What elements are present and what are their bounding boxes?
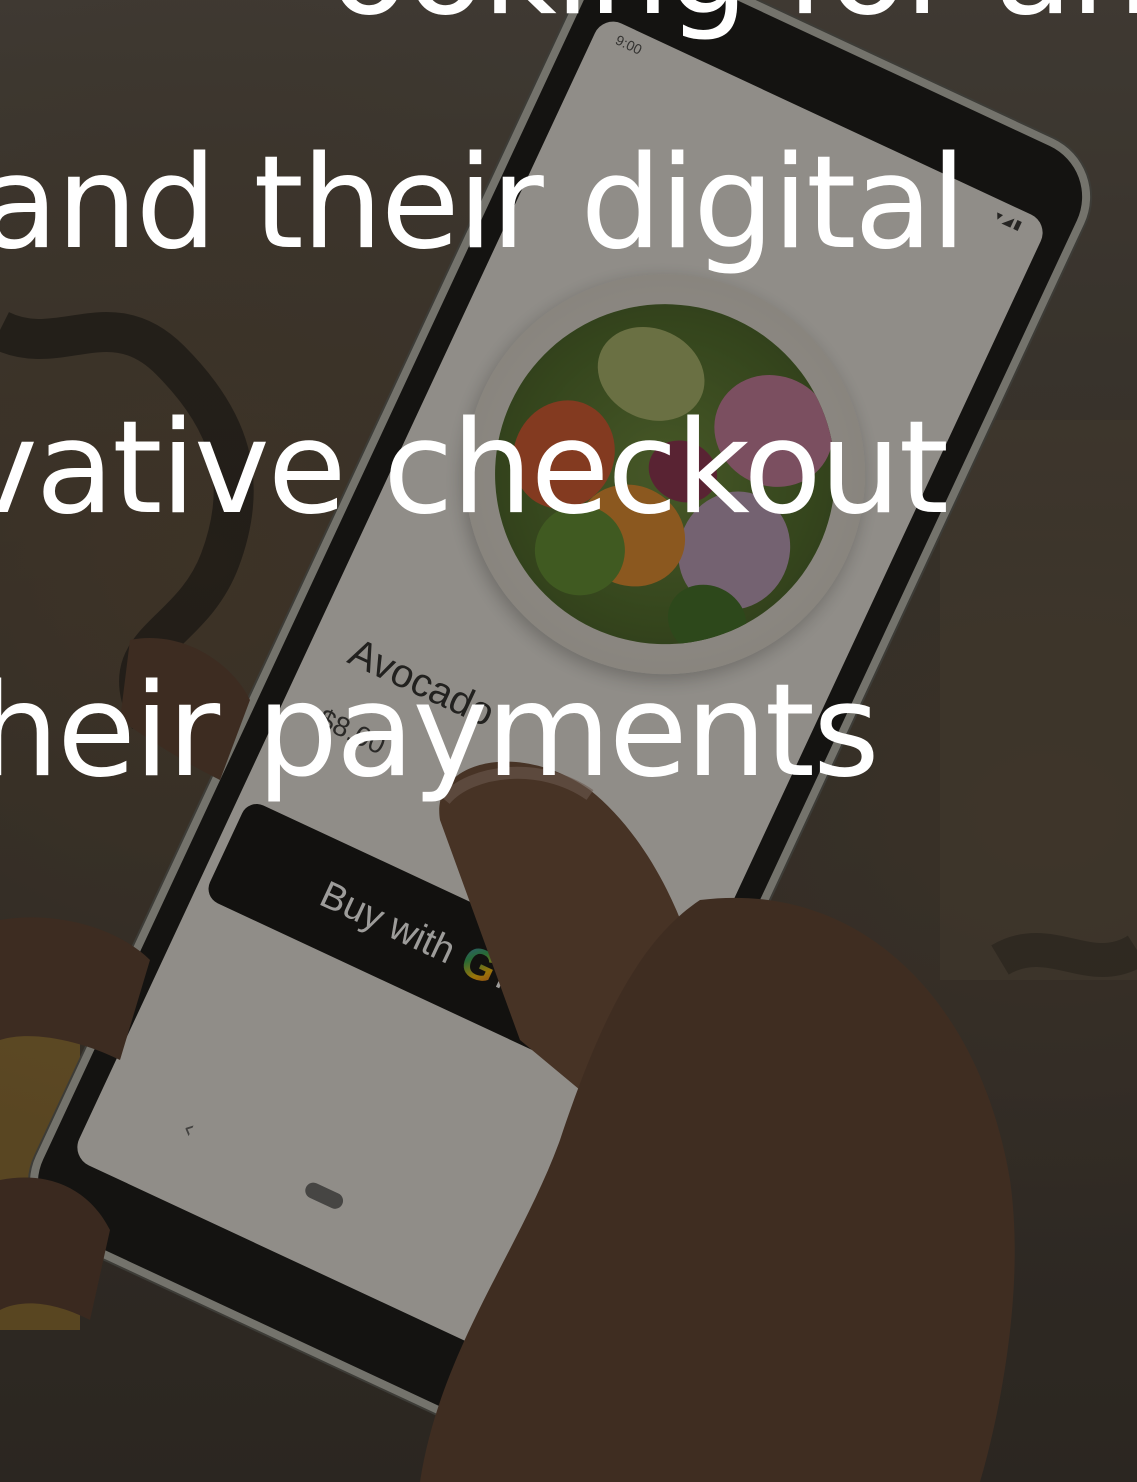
headline-line-4: heir payments [0, 657, 880, 806]
headline-line-3: vative checkout [0, 394, 949, 543]
hero-banner: 9:00 ▾◢▮ Avocado $8.00 Buy with G ‹ and … [0, 0, 1137, 1482]
headline-line-2: and their digital [0, 129, 966, 278]
headline-line-1: ooking for an [330, 0, 1137, 34]
hero-headline: ooking for an and their digital vative c… [0, 0, 1137, 1482]
